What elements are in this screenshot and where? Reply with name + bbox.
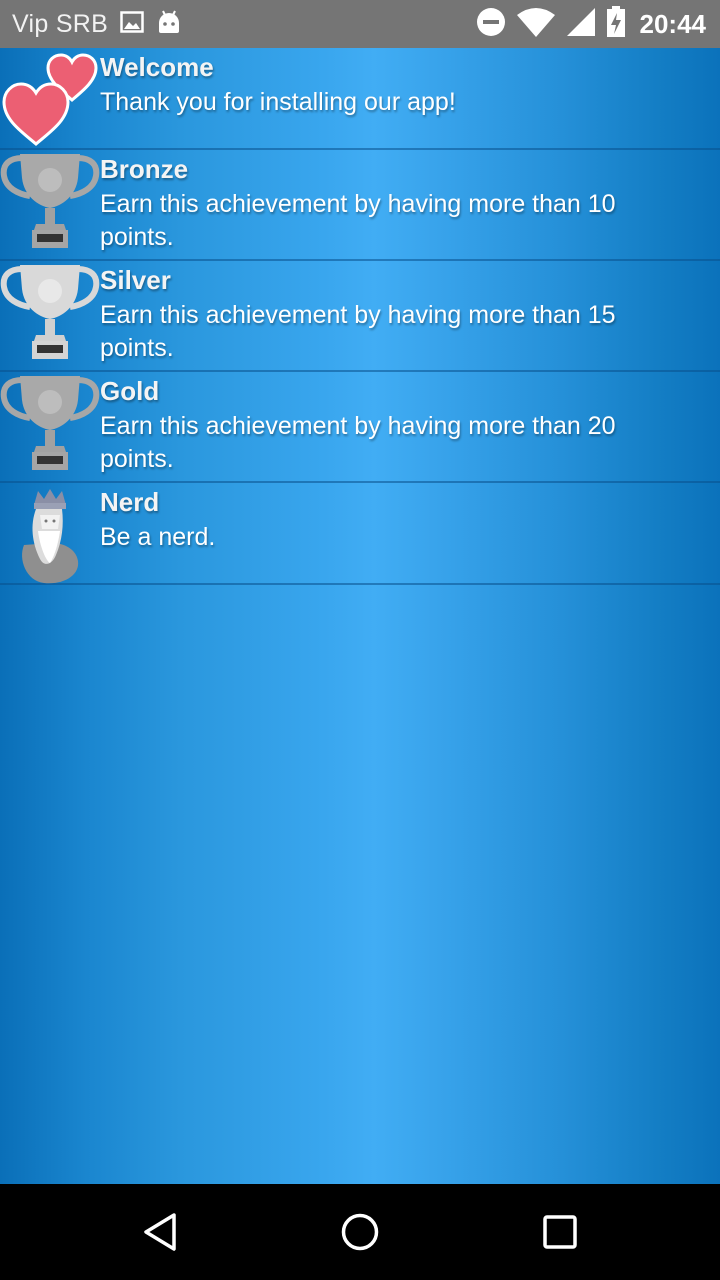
achievements-list[interactable]: Welcome Thank you for installing our app… (0, 48, 720, 1184)
list-item[interactable]: Nerd Be a nerd. (0, 483, 720, 585)
list-item[interactable]: Welcome Thank you for installing our app… (0, 48, 720, 150)
hearts-icon (0, 50, 100, 150)
achievement-title: Gold (100, 376, 160, 406)
achievement-title: Nerd (100, 487, 160, 517)
navigation-bar (0, 1184, 720, 1280)
achievement-description: Thank you for installing our app! (100, 88, 456, 116)
recents-icon[interactable] (536, 1208, 584, 1256)
achievement-description: Be a nerd. (100, 523, 216, 551)
status-bar: Vip SRB 20:44 (0, 0, 720, 48)
list-item[interactable]: Gold Earn this achievement by having mor… (0, 372, 720, 483)
achievement-description: Earn this achievement by having more tha… (100, 190, 616, 251)
do-not-disturb-icon (476, 7, 506, 42)
carrier-name: Vip SRB (12, 9, 109, 38)
achievement-description: Earn this achievement by having more tha… (100, 412, 616, 473)
achievement-title: Welcome (100, 52, 214, 82)
wizard-icon (0, 485, 100, 585)
achievement-description: Earn this achievement by having more tha… (100, 301, 616, 362)
trophy-icon (0, 374, 100, 474)
signal-icon (566, 7, 596, 42)
android-icon (156, 9, 182, 40)
battery-charging-icon (606, 5, 626, 43)
trophy-icon (0, 152, 100, 252)
home-icon[interactable] (336, 1208, 384, 1256)
list-item[interactable]: Silver Earn this achievement by having m… (0, 261, 720, 372)
back-icon[interactable] (136, 1208, 184, 1256)
achievement-title: Bronze (100, 154, 189, 184)
clock: 20:44 (639, 8, 707, 39)
wifi-icon (516, 7, 556, 42)
achievement-title: Silver (100, 265, 171, 295)
list-item[interactable]: Bronze Earn this achievement by having m… (0, 150, 720, 261)
trophy-icon (0, 263, 100, 363)
image-icon (120, 10, 144, 38)
